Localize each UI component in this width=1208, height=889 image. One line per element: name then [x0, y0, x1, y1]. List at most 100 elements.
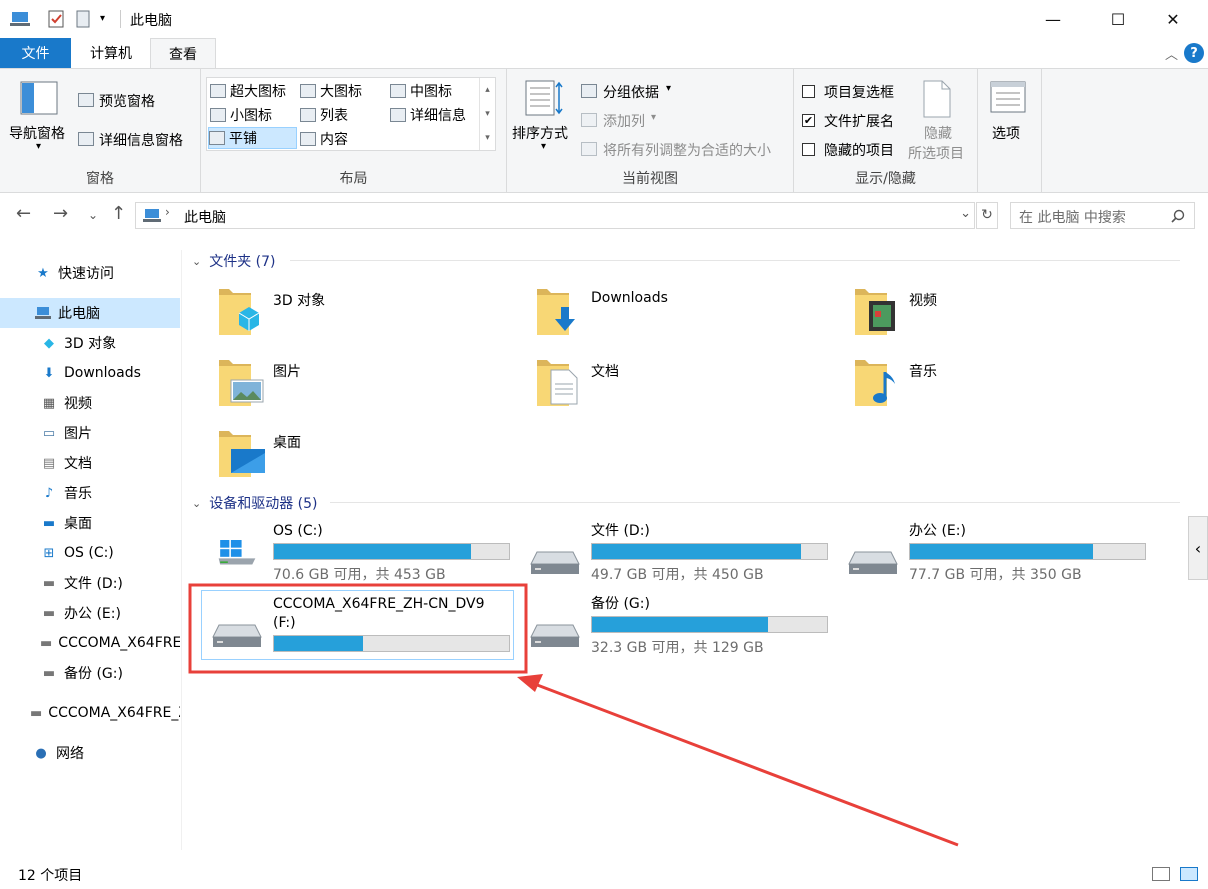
drive-d[interactable]: 文件 (D:) 49.7 GB 可用，共 450 GB: [521, 522, 851, 592]
sidebar-item-usb-drive[interactable]: ▬ CCCOMA_X64FRE_ZH-CN_DV9 (F:): [0, 698, 180, 728]
drive-g[interactable]: 备份 (G:) 32.3 GB 可用，共 129 GB: [521, 595, 851, 665]
close-button[interactable]: ✕: [1150, 0, 1196, 38]
window-title: 此电脑: [130, 13, 172, 29]
breadcrumb-chevron-icon[interactable]: ›: [165, 205, 170, 219]
new-folder-icon[interactable]: [76, 10, 90, 28]
tab-file[interactable]: 文件: [0, 38, 71, 68]
sidebar-item-label: 文档: [64, 456, 92, 472]
properties-icon[interactable]: [48, 10, 64, 28]
hide-selected-button-line2[interactable]: 所选项目: [908, 143, 964, 163]
sidebar-item-drive-c[interactable]: ⊞ OS (C:): [0, 538, 180, 568]
sidebar-item-drive-e[interactable]: ▬ 办公 (E:): [0, 598, 180, 628]
details-view-icon[interactable]: [1152, 867, 1170, 881]
layout-tiles[interactable]: 平铺: [208, 127, 297, 149]
ribbon: 导航窗格 ▾ 预览窗格 详细信息窗格 窗格 布局 超大图标 大图标 中图标 小图…: [0, 68, 1208, 215]
drive-f[interactable]: CCCOMA_X64FRE_ZH-CN_DV9 (F:): [203, 595, 533, 665]
collapse-chevron-icon[interactable]: ⌄: [192, 497, 201, 510]
group-by-button[interactable]: 分组依据: [603, 82, 659, 102]
sidebar-item-drive-f[interactable]: ▬ CCCOMA_X64FRE_ZH-CN_DV9 (F:): [0, 628, 180, 658]
folder-name: 音乐: [909, 364, 937, 380]
collapse-ribbon-icon[interactable]: ︿: [1165, 44, 1178, 63]
windows-logo-icon: ⊞: [43, 545, 55, 561]
up-arrow-icon[interactable]: ↑: [111, 203, 126, 224]
sidebar-item-videos[interactable]: ▦ 视频: [0, 388, 180, 418]
navigation-pane-button[interactable]: 导航窗格: [9, 123, 65, 143]
sidebar-item-label: 办公 (E:): [64, 606, 121, 622]
sidebar-item-quick-access[interactable]: ★ 快速访问: [0, 258, 180, 288]
help-icon[interactable]: ?: [1184, 43, 1204, 63]
sidebar-item-label: 图片: [64, 426, 92, 442]
hide-selected-button[interactable]: 隐藏: [924, 123, 952, 143]
tab-computer[interactable]: 计算机: [76, 38, 146, 68]
folder-music[interactable]: 音乐: [853, 356, 1163, 420]
content-icon: [300, 132, 316, 146]
item-checkboxes-checkbox[interactable]: [802, 85, 815, 98]
breadcrumb[interactable]: 此电脑: [184, 207, 226, 227]
options-icon: [990, 81, 1026, 113]
sidebar-item-drive-g[interactable]: ▬ 备份 (G:): [0, 658, 180, 688]
sidebar-item-pictures[interactable]: ▭ 图片: [0, 418, 180, 448]
details-pane-button[interactable]: 详细信息窗格: [99, 130, 183, 150]
sidebar-item-drive-d[interactable]: ▬ 文件 (D:): [0, 568, 180, 598]
layout-label: 中图标: [410, 84, 452, 100]
sidebar-item-music[interactable]: ♪ 音乐: [0, 478, 180, 508]
sidebar-item-downloads[interactable]: ⬇ Downloads: [0, 358, 180, 388]
layout-medium[interactable]: 中图标: [390, 80, 452, 102]
layout-large[interactable]: 大图标: [300, 80, 362, 102]
layout-small[interactable]: 小图标: [210, 104, 272, 126]
quick-access-dropdown-icon[interactable]: ▾: [100, 13, 105, 24]
devices-header[interactable]: ⌄ 设备和驱动器 (5): [192, 493, 318, 513]
drive-c[interactable]: OS (C:) 70.6 GB 可用，共 453 GB: [203, 522, 533, 592]
sidebar-item-label: 快速访问: [58, 266, 114, 282]
collapse-chevron-icon[interactable]: ⌄: [192, 255, 201, 268]
chevron-down-icon[interactable]: ▾: [666, 83, 671, 94]
film-icon: ▦: [42, 395, 56, 411]
chevron-down-icon[interactable]: ▾: [36, 141, 41, 152]
layout-scroll[interactable]: ▴ ▾ ▾: [479, 78, 495, 150]
expand-pane-chevron-icon[interactable]: ‹: [1188, 516, 1208, 580]
sort-by-button[interactable]: 排序方式: [512, 123, 568, 143]
search-input[interactable]: 在 此电脑 中搜索: [1010, 202, 1195, 229]
minimize-button[interactable]: —: [1030, 0, 1076, 38]
tab-view[interactable]: 查看: [150, 38, 216, 69]
folder-desktop-icon: [219, 431, 265, 477]
folder-documents[interactable]: 文档: [535, 356, 845, 420]
drive-icon: [530, 624, 580, 647]
chevron-down-icon[interactable]: ▾: [651, 112, 656, 123]
hidden-items-checkbox[interactable]: [802, 143, 815, 156]
star-icon: ★: [37, 265, 49, 281]
sidebar-item-network[interactable]: ● 网络: [0, 738, 180, 768]
preview-pane-button[interactable]: 预览窗格: [99, 91, 155, 111]
file-extensions-checkbox[interactable]: ✔: [802, 114, 815, 127]
drive-e[interactable]: 办公 (E:) 77.7 GB 可用，共 350 GB: [839, 522, 1169, 592]
forward-arrow-icon[interactable]: →: [53, 203, 68, 224]
folder-name: 3D 对象: [273, 293, 326, 309]
sidebar-item-label: 3D 对象: [64, 336, 117, 352]
address-dropdown-icon[interactable]: ⌄: [960, 206, 971, 221]
sidebar-item-this-pc[interactable]: 此电脑: [0, 298, 180, 328]
refresh-icon[interactable]: ↻: [976, 202, 998, 229]
options-button[interactable]: 选项: [992, 123, 1020, 143]
sidebar-item-3d-objects[interactable]: ◆ 3D 对象: [0, 328, 180, 358]
address-bar[interactable]: › 此电脑 ⌄: [135, 202, 975, 229]
add-columns-button[interactable]: 添加列: [603, 111, 645, 131]
folder-videos[interactable]: 视频: [853, 285, 1163, 349]
layout-list[interactable]: 列表: [300, 104, 348, 126]
sidebar-item-documents[interactable]: ▤ 文档: [0, 448, 180, 478]
back-arrow-icon[interactable]: ←: [16, 203, 31, 224]
layout-content[interactable]: 内容: [300, 128, 348, 150]
maximize-button[interactable]: ☐: [1095, 0, 1141, 38]
sidebar-item-desktop[interactable]: ▬ 桌面: [0, 508, 180, 538]
recent-locations-icon[interactable]: ⌄: [88, 208, 98, 222]
folder-3d-objects[interactable]: 3D 对象: [217, 285, 527, 349]
folder-downloads[interactable]: Downloads: [535, 285, 845, 349]
folder-pictures[interactable]: 图片: [217, 356, 527, 420]
large-icons-view-icon[interactable]: [1180, 867, 1198, 881]
size-all-columns-button[interactable]: 将所有列调整为合适的大小: [603, 140, 771, 160]
chevron-down-icon[interactable]: ▾: [541, 141, 546, 152]
layout-details[interactable]: 详细信息: [390, 104, 466, 126]
drive-free-space: 70.6 GB 可用，共 453 GB: [273, 567, 446, 583]
layout-extra-large[interactable]: 超大图标: [210, 80, 286, 102]
folders-header[interactable]: ⌄ 文件夹 (7): [192, 251, 276, 271]
folder-desktop[interactable]: 桌面: [217, 427, 527, 491]
